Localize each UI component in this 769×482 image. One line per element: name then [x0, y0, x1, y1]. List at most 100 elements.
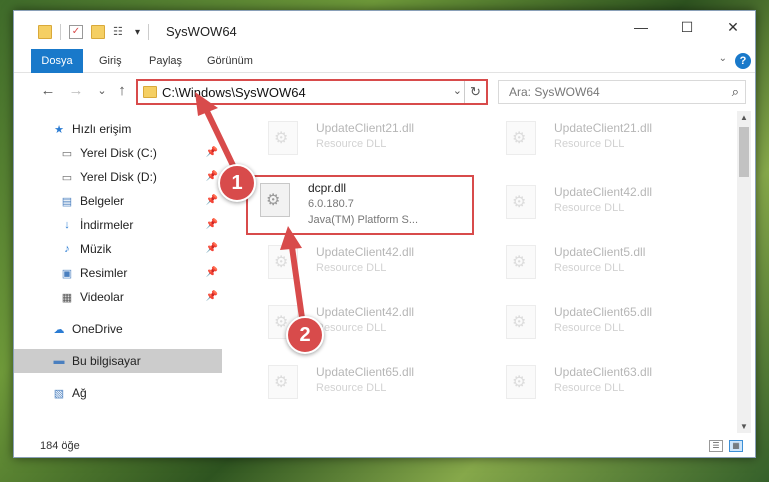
dll-file-icon — [506, 365, 536, 399]
scroll-thumb[interactable] — [739, 127, 749, 177]
pin-icon[interactable]: 📌 — [206, 243, 218, 254]
file-item[interactable]: UpdateClient5.dll Resource DLL — [494, 239, 714, 291]
search-icon[interactable]: ⌕ — [732, 84, 739, 100]
pictures-icon: ▣ — [61, 267, 73, 280]
file-item[interactable]: UpdateClient21.dll Resource DLL — [494, 115, 714, 167]
file-type: Resource DLL — [554, 382, 625, 394]
file-item[interactable]: UpdateClient42.dll Resource DLL — [494, 179, 714, 231]
sidebar-item-music[interactable]: ♪ Müzik 📌 — [14, 237, 222, 261]
file-item[interactable]: UpdateClient63.dll Resource DLL — [494, 359, 714, 411]
file-type: Resource DLL — [554, 322, 625, 334]
dll-file-icon — [268, 121, 298, 155]
pin-icon[interactable]: 📌 — [206, 147, 218, 158]
status-bar: 184 öğe ☰ ▦ — [14, 437, 755, 457]
file-name: UpdateClient5.dll — [554, 245, 646, 259]
tiles-view-icon[interactable]: ▦ — [729, 440, 743, 452]
sidebar-item-label: OneDrive — [72, 322, 123, 336]
search-box[interactable]: Ara: SysWOW64 ⌕ — [498, 80, 746, 104]
sidebar-item-quick-access[interactable]: ★ Hızlı erişim — [14, 117, 222, 141]
file-description: Java(TM) Platform S... — [308, 214, 419, 226]
title-bar: ✓ ☷ ▾ SysWOW64 — ☐ ✕ — [14, 11, 755, 53]
file-version: 6.0.180.7 — [308, 198, 354, 210]
drive-icon: ▭ — [61, 147, 73, 160]
view-options-icon[interactable]: ☷ — [113, 25, 127, 39]
file-type: Resource DLL — [316, 138, 387, 150]
file-item[interactable]: UpdateClient42.dll Resource DLL — [256, 239, 476, 291]
customize-quick-access-icon[interactable]: ▾ — [135, 27, 140, 38]
tab-file[interactable]: Dosya — [31, 49, 83, 73]
sidebar-item-downloads[interactable]: ↓ İndirmeler 📌 — [14, 213, 222, 237]
sidebar-item-network[interactable]: ▧ Ağ — [14, 381, 222, 405]
maximize-button[interactable]: ☐ — [664, 11, 710, 43]
pin-icon[interactable]: 📌 — [206, 195, 218, 206]
up-button[interactable]: ↑ — [112, 81, 132, 101]
file-item-highlighted[interactable]: dcpr.dll 6.0.180.7 Java(TM) Platform S..… — [246, 175, 474, 235]
file-type: Resource DLL — [316, 262, 387, 274]
sidebar-item-local-disk-c[interactable]: ▭ Yerel Disk (C:) 📌 — [14, 141, 222, 165]
file-type: Resource DLL — [554, 262, 625, 274]
dll-file-icon — [506, 185, 536, 219]
sidebar-item-documents[interactable]: ▤ Belgeler 📌 — [14, 189, 222, 213]
sidebar-item-label: Yerel Disk (D:) — [80, 170, 157, 184]
address-dropdown-icon[interactable]: ⌄ — [453, 84, 462, 97]
dll-file-icon — [268, 245, 298, 279]
tab-share[interactable]: Paylaş — [149, 49, 182, 73]
pin-icon[interactable]: 📌 — [206, 171, 218, 182]
file-type: Resource DLL — [554, 202, 625, 214]
help-icon[interactable]: ? — [735, 53, 751, 69]
pin-icon[interactable]: 📌 — [206, 291, 218, 302]
file-item[interactable]: UpdateClient65.dll Resource DLL — [494, 299, 714, 351]
refresh-button[interactable]: ↻ — [464, 81, 486, 103]
properties-icon[interactable]: ✓ — [69, 25, 83, 39]
dll-file-icon — [260, 183, 290, 217]
divider — [148, 24, 150, 40]
vertical-scrollbar[interactable]: ▲ ▼ — [737, 111, 751, 433]
file-item[interactable]: UpdateClient65.dll Resource DLL — [256, 359, 476, 411]
pin-icon[interactable]: 📌 — [206, 267, 218, 278]
file-name: UpdateClient65.dll — [316, 365, 415, 379]
quick-access-toolbar: ✓ ☷ ▾ — [38, 24, 150, 40]
file-item[interactable]: UpdateClient21.dll Resource DLL — [256, 115, 476, 167]
file-name: UpdateClient21.dll — [554, 121, 653, 135]
file-name: UpdateClient65.dll — [554, 305, 653, 319]
details-view-icon[interactable]: ☰ — [709, 440, 723, 452]
scroll-down-icon[interactable]: ▼ — [737, 422, 751, 431]
file-list: UpdateClient21.dll Resource DLL dcpr.dll… — [236, 111, 738, 431]
network-icon: ▧ — [53, 387, 65, 400]
file-type: Resource DLL — [554, 138, 625, 150]
step-badge-2: 2 — [286, 316, 324, 354]
sidebar-item-this-pc[interactable]: ▬ Bu bilgisayar — [14, 349, 222, 373]
computer-icon: ▬ — [53, 355, 65, 367]
scroll-up-icon[interactable]: ▲ — [737, 113, 751, 122]
ribbon-tabs: Dosya Giriş Paylaş Görünüm ⌄ ? — [14, 49, 755, 73]
address-path[interactable]: C:\Windows\SysWOW64 — [162, 85, 306, 100]
sidebar-item-pictures[interactable]: ▣ Resimler 📌 — [14, 261, 222, 285]
sidebar-item-label: Müzik — [80, 242, 112, 256]
back-button[interactable]: ← — [38, 81, 58, 101]
tab-view[interactable]: Görünüm — [207, 49, 253, 73]
download-icon: ↓ — [64, 219, 70, 231]
expand-ribbon-icon[interactable]: ⌄ — [719, 53, 727, 64]
sidebar-item-label: Yerel Disk (C:) — [80, 146, 157, 160]
sidebar-item-label: İndirmeler — [80, 218, 134, 232]
sidebar-item-local-disk-d[interactable]: ▭ Yerel Disk (D:) 📌 — [14, 165, 222, 189]
search-placeholder: Ara: SysWOW64 — [509, 85, 600, 99]
sidebar-item-label: Videolar — [80, 290, 124, 304]
minimize-button[interactable]: — — [618, 11, 664, 43]
forward-button[interactable]: → — [66, 81, 86, 101]
sidebar-item-onedrive[interactable]: ☁ OneDrive — [14, 317, 222, 341]
file-name: UpdateClient63.dll — [554, 365, 653, 379]
close-button[interactable]: ✕ — [710, 11, 756, 43]
cloud-icon: ☁ — [53, 323, 65, 336]
sidebar-item-label: Resimler — [80, 266, 128, 280]
window-title: SysWOW64 — [166, 24, 237, 39]
address-bar[interactable]: C:\Windows\SysWOW64 ⌄ ↻ — [136, 79, 488, 105]
file-name: UpdateClient21.dll — [316, 121, 415, 135]
sidebar-item-videos[interactable]: ▦ Videolar 📌 — [14, 285, 222, 309]
file-name: dcpr.dll — [308, 181, 347, 195]
pin-icon[interactable]: 📌 — [206, 219, 218, 230]
tab-home[interactable]: Giriş — [99, 49, 122, 73]
recent-locations-button[interactable]: ⌄ — [92, 81, 112, 101]
dll-file-icon — [506, 121, 536, 155]
new-folder-icon[interactable] — [91, 25, 105, 39]
